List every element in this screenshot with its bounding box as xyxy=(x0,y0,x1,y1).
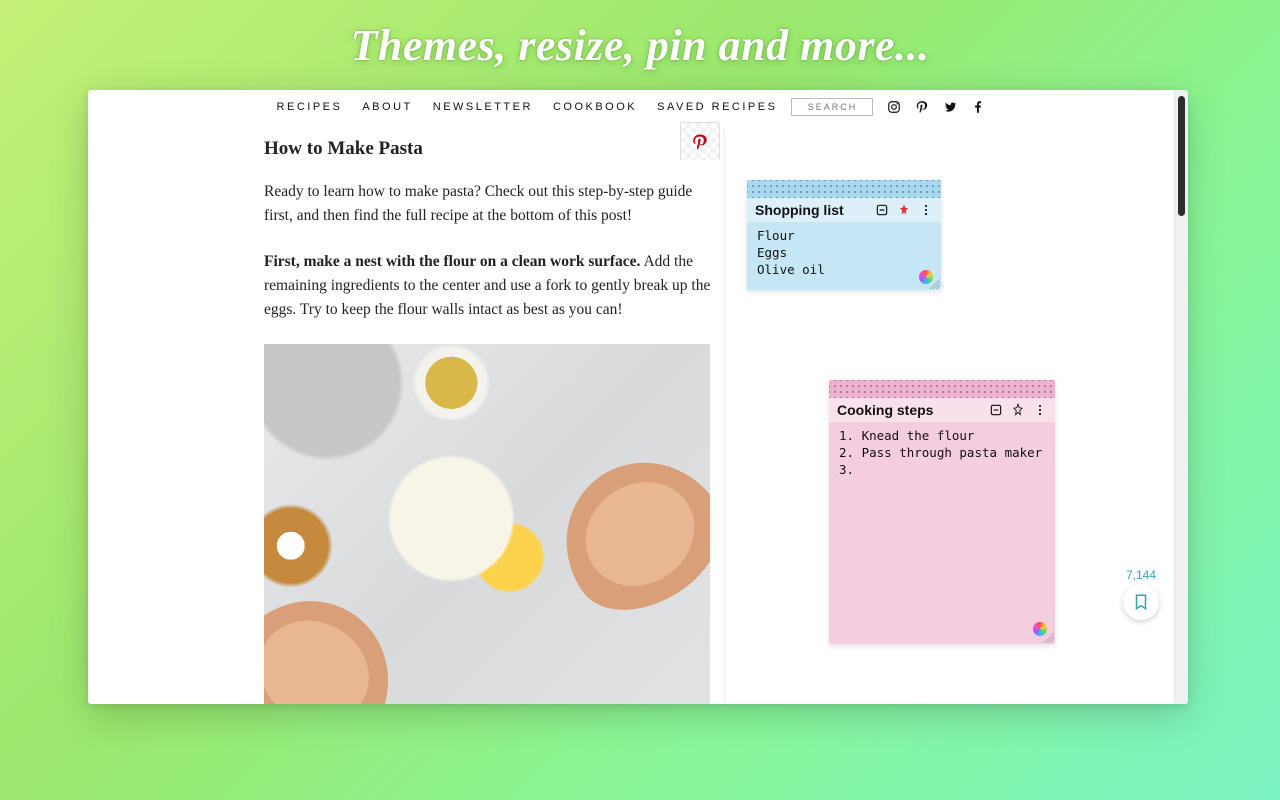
nav-saved-recipes[interactable]: SAVED RECIPES xyxy=(657,101,777,113)
article-step-1-lead: First, make a nest with the flour on a c… xyxy=(264,253,640,270)
pin-icon[interactable] xyxy=(1011,403,1025,417)
content-divider xyxy=(724,130,725,704)
save-widget: 7,144 xyxy=(1116,568,1166,620)
top-nav: RECIPES ABOUT NEWSLETTER COOKBOOK SAVED … xyxy=(88,90,1174,124)
instagram-icon[interactable] xyxy=(887,100,901,114)
scrollbar[interactable] xyxy=(1174,90,1188,704)
nav-about[interactable]: ABOUT xyxy=(362,101,412,113)
article-title: How to Make Pasta xyxy=(264,138,712,160)
bookmark-icon xyxy=(1132,593,1150,611)
scrollbar-thumb[interactable] xyxy=(1178,96,1185,216)
search-input[interactable]: SEARCH xyxy=(791,98,873,116)
note-drag-handle[interactable] xyxy=(829,380,1055,398)
promo-headline: Themes, resize, pin and more... xyxy=(0,20,1280,71)
article: How to Make Pasta Ready to learn how to … xyxy=(264,138,712,704)
article-step-1: First, make a nest with the flour on a c… xyxy=(264,250,712,322)
note-title: Cooking steps xyxy=(837,402,933,418)
note-title: Shopping list xyxy=(755,202,844,218)
note-body[interactable]: 1. Knead the flour 2. Pass through pasta… xyxy=(829,422,1055,489)
app-window: RECIPES ABOUT NEWSLETTER COOKBOOK SAVED … xyxy=(88,90,1188,704)
sticky-note-shopping[interactable]: Shopping list Flour Eggs Olive oil xyxy=(747,180,941,290)
collapse-icon[interactable] xyxy=(875,203,889,217)
sticky-note-cooking[interactable]: Cooking steps 1. Knead the flour 2. Pass… xyxy=(829,380,1055,644)
more-icon[interactable] xyxy=(919,203,933,217)
note-drag-handle[interactable] xyxy=(747,180,941,198)
collapse-icon[interactable] xyxy=(989,403,1003,417)
note-body[interactable]: Flour Eggs Olive oil xyxy=(747,222,941,289)
save-button[interactable] xyxy=(1123,584,1159,620)
pinterest-icon[interactable] xyxy=(915,100,929,114)
resize-handle[interactable] xyxy=(930,279,940,289)
article-intro: Ready to learn how to make pasta? Check … xyxy=(264,180,712,228)
nav-recipes[interactable]: RECIPES xyxy=(277,101,343,113)
recipe-image xyxy=(264,344,710,704)
save-count: 7,144 xyxy=(1116,568,1166,582)
nav-cookbook[interactable]: COOKBOOK xyxy=(553,101,637,113)
pin-icon[interactable] xyxy=(897,203,911,217)
nav-newsletter[interactable]: NEWSLETTER xyxy=(433,101,533,113)
facebook-icon[interactable] xyxy=(971,100,985,114)
resize-handle[interactable] xyxy=(1044,633,1054,643)
more-icon[interactable] xyxy=(1033,403,1047,417)
twitter-icon[interactable] xyxy=(943,100,957,114)
